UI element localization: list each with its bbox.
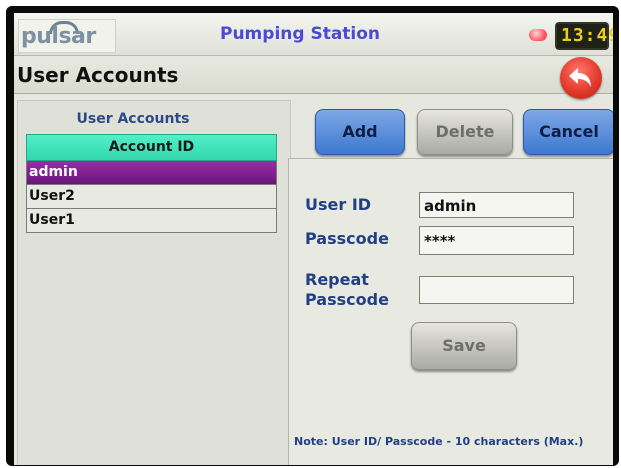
- pulsar-logo: pulsar: [18, 19, 116, 53]
- clock-time: 13:49: [561, 25, 613, 46]
- logo-text: pulsar: [21, 24, 96, 49]
- table-row[interactable]: User2: [26, 185, 277, 209]
- top-bar: pulsar Pumping Station 13:49: [14, 13, 613, 56]
- user-list-panel: User Accounts Account ID admin User2 Use…: [17, 100, 291, 465]
- user-table: Account ID admin User2 User1: [26, 134, 277, 233]
- clock-display: 13:49: [555, 22, 613, 50]
- repeat-passcode-label-line1: Repeat: [305, 270, 369, 289]
- table-row[interactable]: User1: [26, 209, 277, 233]
- user-id-label: User ID: [305, 195, 372, 214]
- cancel-button[interactable]: Cancel: [523, 109, 613, 155]
- add-button[interactable]: Add: [315, 109, 405, 155]
- back-arrow-icon: [569, 68, 591, 87]
- repeat-passcode-label-line2: Passcode: [305, 290, 389, 309]
- app-title: Pumping Station: [220, 24, 381, 44]
- passcode-note: Note: User ID/ Passcode - 10 characters …: [294, 435, 584, 448]
- user-list-title: User Accounts: [76, 111, 190, 127]
- repeat-passcode-field[interactable]: [419, 276, 574, 304]
- passcode-field[interactable]: ****: [419, 226, 574, 255]
- screen: pulsar Pumping Station 13:49 User Accoun…: [14, 13, 613, 465]
- table-row[interactable]: admin: [26, 161, 277, 185]
- delete-button[interactable]: Delete: [417, 109, 513, 155]
- user-id-field[interactable]: admin: [419, 192, 574, 218]
- back-button[interactable]: [560, 57, 602, 99]
- page-header: User Accounts: [14, 57, 613, 99]
- alarm-led-icon: [529, 29, 547, 41]
- page-title: User Accounts: [17, 63, 179, 87]
- column-header-account-id: Account ID: [26, 134, 277, 161]
- save-button[interactable]: Save: [411, 322, 517, 370]
- passcode-label: Passcode: [305, 229, 389, 248]
